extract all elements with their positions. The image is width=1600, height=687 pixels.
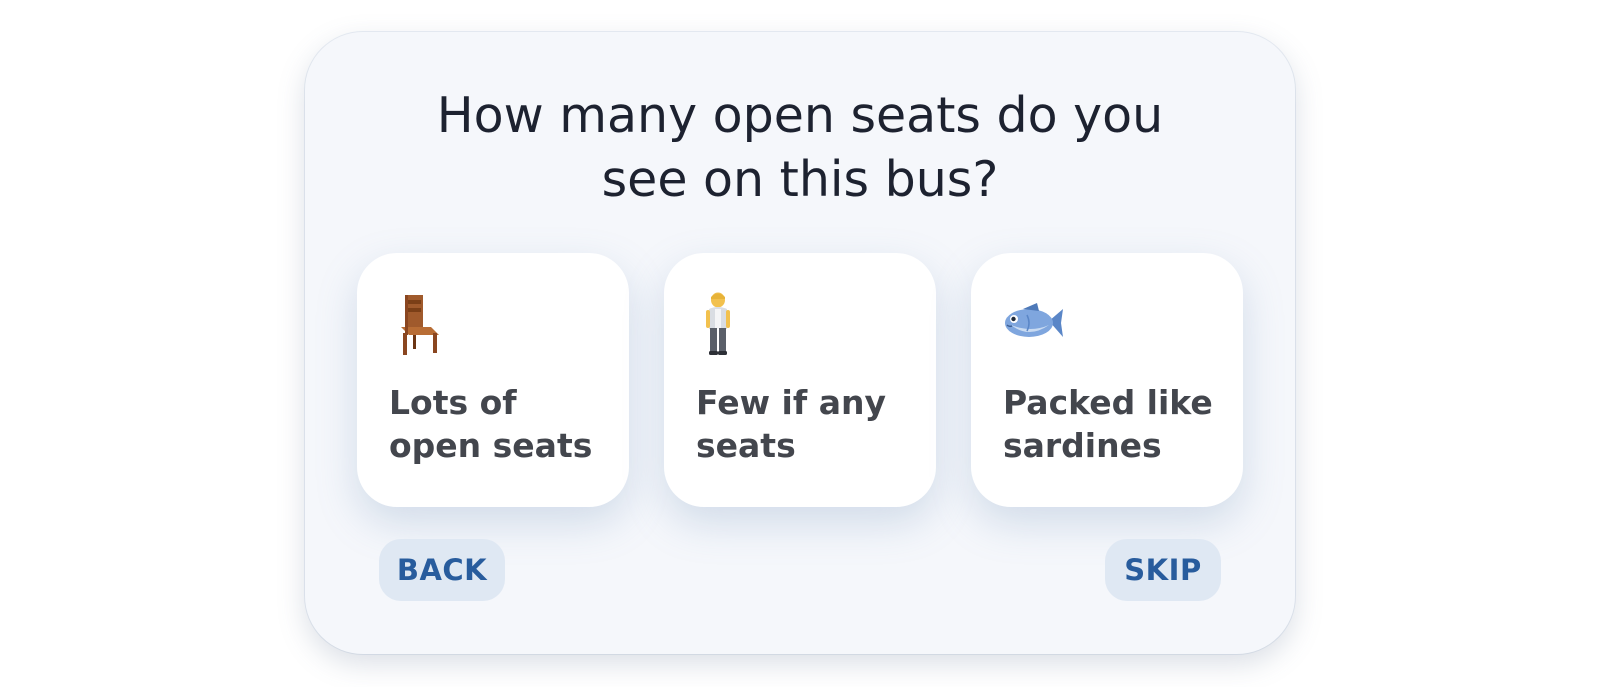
option-label: Lots of open seats <box>389 381 619 467</box>
option-label-line-2: sardines <box>1003 426 1162 465</box>
back-button[interactable]: BACK <box>379 539 505 601</box>
standing-person-icon <box>706 292 730 355</box>
answer-options: Lots of open seats Few if any seats Pack… <box>357 253 1243 507</box>
option-few-if-any-seats[interactable]: Few if any seats <box>664 253 936 507</box>
survey-modal: How many open seats do you see on this b… <box>305 32 1295 654</box>
option-label-line-1: Lots of <box>389 383 517 422</box>
chair-icon <box>401 295 439 355</box>
option-label-line-1: Packed like <box>1003 383 1213 422</box>
question-title: How many open seats do you see on this b… <box>305 84 1295 212</box>
question-title-line-2: see on this bus? <box>601 151 999 208</box>
option-label: Packed like sardines <box>1003 381 1233 467</box>
option-label-line-2: open seats <box>389 426 593 465</box>
option-lots-of-open-seats[interactable]: Lots of open seats <box>357 253 629 507</box>
skip-button[interactable]: SKIP <box>1105 539 1221 601</box>
option-label-line-2: seats <box>696 426 796 465</box>
option-label-line-1: Few if any <box>696 383 886 422</box>
fish-icon <box>1005 303 1063 337</box>
question-title-line-1: How many open seats do you <box>436 87 1164 144</box>
option-packed-like-sardines[interactable]: Packed like sardines <box>971 253 1243 507</box>
option-label: Few if any seats <box>696 381 926 467</box>
